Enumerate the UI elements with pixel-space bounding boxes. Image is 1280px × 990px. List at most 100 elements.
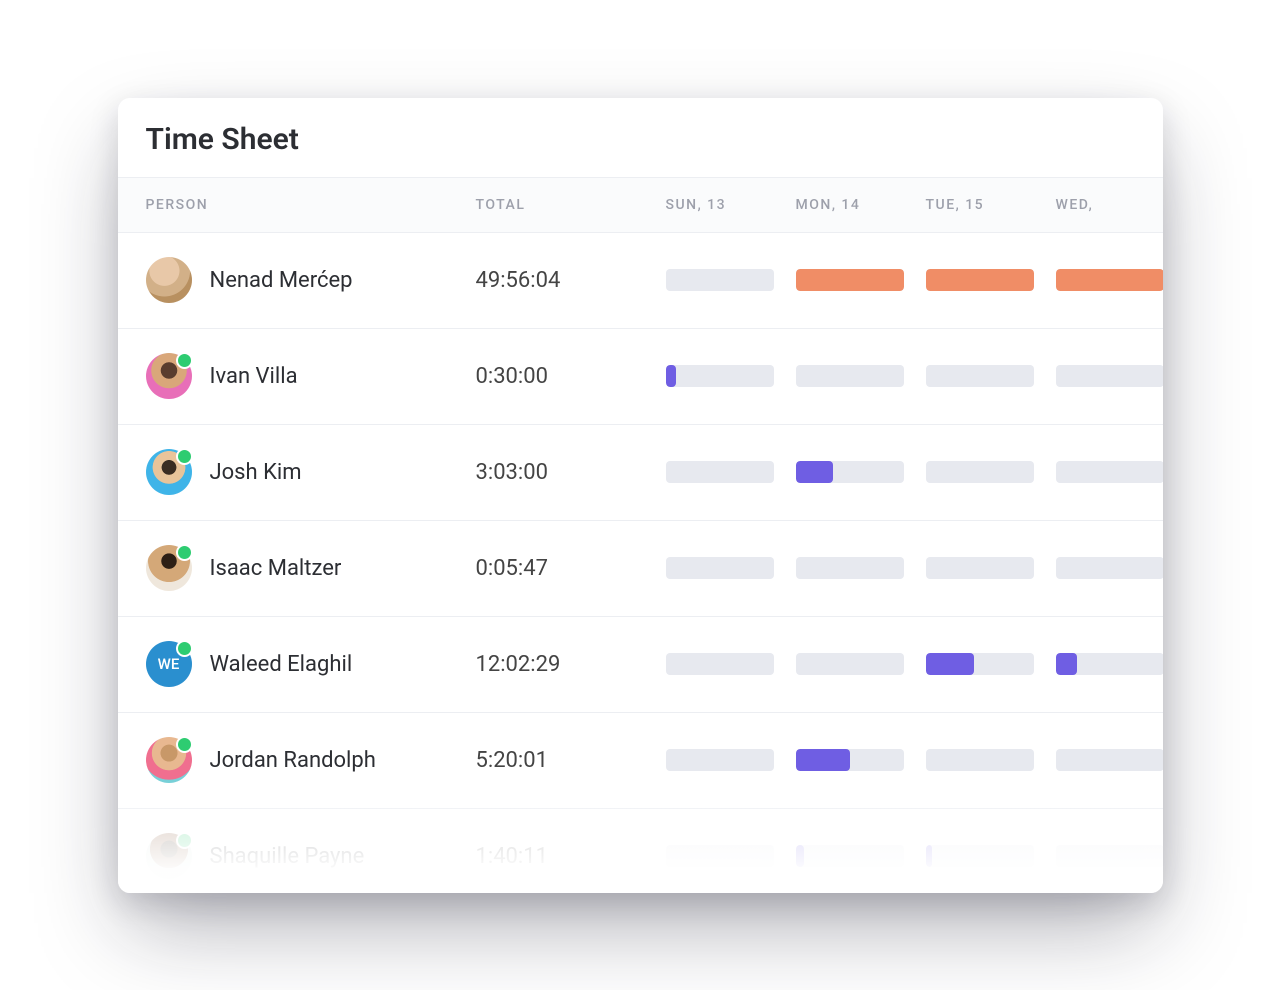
- avatar[interactable]: WE: [146, 641, 192, 687]
- day-cell[interactable]: [796, 365, 926, 387]
- time-bar-fill: [666, 365, 677, 387]
- page-title: Time Sheet: [118, 98, 1163, 177]
- time-bar: [666, 845, 774, 867]
- day-cell[interactable]: [796, 557, 926, 579]
- day-cell[interactable]: [926, 653, 1056, 675]
- day-cell[interactable]: [1056, 461, 1163, 483]
- table-row[interactable]: WEWaleed Elaghil12:02:29: [118, 617, 1163, 713]
- col-day-1[interactable]: MON, 14: [796, 197, 926, 213]
- total-time: 49:56:04: [476, 268, 666, 293]
- table-row[interactable]: Josh Kim 3:03:00: [118, 425, 1163, 521]
- day-cell[interactable]: [666, 461, 796, 483]
- day-cell[interactable]: [796, 845, 926, 867]
- person-name: Waleed Elaghil: [210, 652, 353, 677]
- time-bar-fill: [926, 845, 932, 867]
- table-row[interactable]: Shaquille Payne1:40:11: [118, 809, 1163, 893]
- day-cell[interactable]: [666, 749, 796, 771]
- person-cell: WE Waleed Elaghil: [146, 641, 476, 687]
- avatar[interactable]: [146, 353, 192, 399]
- time-bar: [666, 269, 774, 291]
- time-bar: [926, 461, 1034, 483]
- person-cell: Josh Kim: [146, 449, 476, 495]
- time-bar: [666, 557, 774, 579]
- time-bar: [666, 749, 774, 771]
- col-day-2[interactable]: TUE, 15: [926, 197, 1056, 213]
- avatar[interactable]: [146, 737, 192, 783]
- day-cell[interactable]: [926, 365, 1056, 387]
- day-cell[interactable]: [926, 749, 1056, 771]
- time-bar: [666, 653, 774, 675]
- time-bar: [1056, 845, 1163, 867]
- presence-dot-icon: [176, 736, 193, 753]
- time-bar: [796, 749, 904, 771]
- day-cell[interactable]: [1056, 845, 1163, 867]
- time-bar: [796, 557, 904, 579]
- day-cell[interactable]: [666, 653, 796, 675]
- table-row[interactable]: Isaac Maltzer 0:05:47: [118, 521, 1163, 617]
- day-cell[interactable]: [1056, 557, 1163, 579]
- col-person[interactable]: PERSON: [146, 197, 476, 213]
- timesheet-card: Time Sheet PERSON TOTAL SUN, 13 MON, 14 …: [118, 98, 1163, 893]
- avatar[interactable]: [146, 833, 192, 879]
- col-day-3[interactable]: WED,: [1056, 197, 1163, 213]
- time-bar: [926, 269, 1034, 291]
- time-bar: [926, 653, 1034, 675]
- col-total[interactable]: TOTAL: [476, 197, 666, 213]
- total-time: 1:40:11: [476, 844, 666, 869]
- person-name: Jordan Randolph: [210, 748, 376, 773]
- day-cell[interactable]: [1056, 269, 1163, 291]
- total-time: 0:05:47: [476, 556, 666, 581]
- time-bar: [796, 845, 904, 867]
- person-name: Isaac Maltzer: [210, 556, 342, 581]
- day-cell[interactable]: [926, 269, 1056, 291]
- time-bar-fill: [926, 653, 975, 675]
- day-cell[interactable]: [796, 653, 926, 675]
- time-bar: [666, 461, 774, 483]
- table-row[interactable]: Ivan Villa0:30:00: [118, 329, 1163, 425]
- day-cell[interactable]: [926, 845, 1056, 867]
- col-day-0[interactable]: SUN, 13: [666, 197, 796, 213]
- presence-dot-icon: [176, 640, 193, 657]
- time-bar-fill: [1056, 653, 1078, 675]
- time-bar: [796, 365, 904, 387]
- time-bar: [1056, 269, 1163, 291]
- day-cell[interactable]: [796, 749, 926, 771]
- time-bar-fill: [796, 461, 834, 483]
- person-cell: Isaac Maltzer: [146, 545, 476, 591]
- time-bar-fill: [796, 845, 805, 867]
- total-time: 3:03:00: [476, 460, 666, 485]
- time-bar: [1056, 461, 1163, 483]
- day-cell[interactable]: [926, 557, 1056, 579]
- table-row[interactable]: Nenad Merćep 49:56:04: [118, 233, 1163, 329]
- presence-dot-icon: [176, 352, 193, 369]
- day-cell[interactable]: [666, 269, 796, 291]
- time-bar: [926, 749, 1034, 771]
- day-cell[interactable]: [796, 269, 926, 291]
- avatar[interactable]: [146, 545, 192, 591]
- day-cell[interactable]: [1056, 749, 1163, 771]
- avatar[interactable]: [146, 449, 192, 495]
- time-bar: [1056, 653, 1163, 675]
- total-time: 5:20:01: [476, 748, 666, 773]
- day-cell[interactable]: [666, 557, 796, 579]
- avatar[interactable]: [146, 257, 192, 303]
- time-bar-fill: [926, 269, 1034, 291]
- time-bar: [796, 461, 904, 483]
- day-cell[interactable]: [796, 461, 926, 483]
- presence-dot-icon: [176, 448, 193, 465]
- time-bar: [926, 557, 1034, 579]
- day-cell[interactable]: [666, 845, 796, 867]
- day-cell[interactable]: [666, 365, 796, 387]
- person-name: Ivan Villa: [210, 364, 298, 389]
- day-cell[interactable]: [1056, 365, 1163, 387]
- time-bar: [926, 845, 1034, 867]
- table-row[interactable]: Jordan Randolph 5:20:01: [118, 713, 1163, 809]
- time-bar: [796, 653, 904, 675]
- person-name: Nenad Merćep: [210, 268, 353, 293]
- day-cell[interactable]: [926, 461, 1056, 483]
- time-bar-fill: [796, 269, 904, 291]
- table-body: Nenad Merćep49:56:04Ivan Villa0:30:00Jos…: [118, 233, 1163, 893]
- time-bar: [926, 365, 1034, 387]
- day-cell[interactable]: [1056, 653, 1163, 675]
- person-name: Josh Kim: [210, 460, 302, 485]
